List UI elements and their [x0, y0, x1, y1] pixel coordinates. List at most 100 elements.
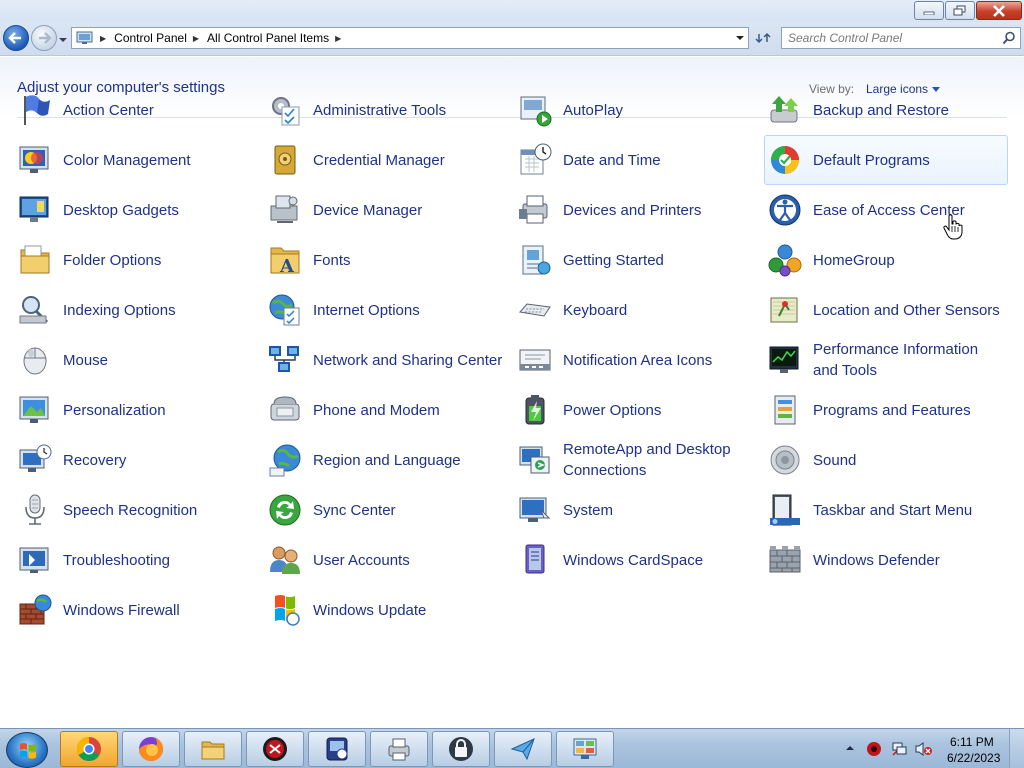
control-panel-item-label: Windows Firewall — [63, 601, 180, 619]
control-panel-item-windows-cardspace[interactable]: Windows CardSpace — [514, 535, 758, 585]
start-button[interactable] — [6, 732, 48, 768]
control-panel-item-network-and-sharing-center[interactable]: Network and Sharing Center — [264, 335, 508, 385]
speaker-icon — [770, 445, 800, 475]
breadcrumb-separator-icon[interactable]: ▶ — [335, 34, 341, 43]
control-panel-item-windows-firewall[interactable]: Windows Firewall — [14, 585, 258, 635]
breadcrumb-separator-icon[interactable]: ▶ — [100, 34, 106, 43]
getting-started-icon — [522, 245, 551, 275]
control-panel-item-region-and-language[interactable]: Region and Language — [264, 435, 508, 485]
control-panel-item-windows-defender[interactable]: Windows Defender — [764, 535, 1008, 585]
control-panel-item-administrative-tools[interactable]: Administrative Tools — [264, 85, 508, 135]
control-panel-item-label: Windows Defender — [813, 551, 940, 569]
control-panel-item-color-management[interactable]: Color Management — [14, 135, 258, 185]
control-panel-item-keyboard[interactable]: Keyboard — [514, 285, 758, 335]
recent-pages-chevron-icon[interactable] — [58, 35, 68, 45]
clock-time[interactable]: 6:11 PM — [950, 735, 994, 749]
control-panel-item-device-manager[interactable]: Device Manager — [264, 185, 508, 235]
control-panel-item-windows-update[interactable]: Windows Update — [264, 585, 508, 635]
search-input[interactable] — [788, 30, 993, 46]
control-panel-item-default-programs[interactable]: Default Programs — [764, 135, 1008, 185]
control-panel-item-sound[interactable]: Sound — [764, 435, 1008, 485]
address-bar[interactable]: ▶ Control Panel ▶ All Control Panel Item… — [71, 27, 749, 49]
control-panel-item-indexing-options[interactable]: Indexing Options — [14, 285, 258, 335]
taskbar-button-security-app[interactable] — [246, 731, 304, 767]
control-panel-item-label: Mouse — [63, 351, 109, 369]
security-tray-icon[interactable] — [866, 741, 882, 757]
control-panel-item-mouse[interactable]: Mouse — [14, 335, 258, 385]
control-panel-item-label: Backup and Restore — [813, 101, 949, 119]
control-panel-item-label: Windows CardSpace — [563, 551, 704, 569]
printer-app-icon — [388, 738, 410, 761]
chrome-icon — [76, 737, 101, 762]
control-panel-item-personalization[interactable]: Personalization — [14, 385, 258, 435]
taskbar-button-chrome[interactable] — [60, 731, 118, 767]
control-panel-item-action-center[interactable]: Action Center — [14, 85, 258, 135]
control-panel-item-devices-and-printers[interactable]: Devices and Printers — [514, 185, 758, 235]
control-panel-item-label: Taskbar and Start Menu — [813, 501, 973, 519]
breadcrumb-control-panel[interactable]: Control Panel — [114, 31, 187, 45]
taskbar-button-mail-app[interactable] — [494, 731, 552, 767]
back-button[interactable] — [3, 25, 29, 51]
control-panel-item-label: Power Options — [563, 401, 662, 419]
restore-button[interactable] — [945, 1, 975, 20]
control-panel-item-performance-information-and-tools[interactable]: Performance Information and Tools — [764, 335, 1008, 385]
restore-icon — [953, 5, 966, 15]
taskbar-button-firefox[interactable] — [122, 731, 180, 767]
forward-button[interactable] — [31, 25, 57, 51]
device-manager-icon — [270, 195, 298, 223]
minimize-button[interactable] — [914, 1, 944, 20]
control-panel-item-label: Credential Manager — [313, 151, 445, 169]
fonts-icon: A — [270, 247, 300, 277]
volume-muted-icon[interactable] — [915, 741, 933, 757]
control-panel-item-power-options[interactable]: Power Options — [514, 385, 758, 435]
control-panel-item-credential-manager[interactable]: Credential Manager — [264, 135, 508, 185]
control-panel-item-ease-of-access-center[interactable]: Ease of Access Center — [764, 185, 1008, 235]
control-panel-item-speech-recognition[interactable]: Speech Recognition — [14, 485, 258, 535]
control-panel-item-phone-and-modem[interactable]: Phone and Modem — [264, 385, 508, 435]
control-panel-item-label: Network and Sharing Center — [313, 351, 503, 369]
control-panel-item-folder-options[interactable]: Folder Options — [14, 235, 258, 285]
breadcrumb-separator-icon[interactable]: ▶ — [193, 34, 199, 43]
close-button[interactable] — [976, 1, 1022, 20]
show-desktop-button[interactable] — [1009, 729, 1024, 768]
control-panel-item-internet-options[interactable]: Internet Options — [264, 285, 508, 335]
control-panel-item-label: Sound — [813, 451, 857, 469]
users-icon — [270, 546, 300, 574]
taskbar-button-printer-app[interactable] — [370, 731, 428, 767]
close-icon — [993, 4, 1005, 17]
control-panel-items-grid: Action Center Administrative Tools AutoPla… — [14, 85, 1010, 635]
control-panel-item-backup-and-restore[interactable]: Backup and Restore — [764, 85, 1008, 135]
control-panel-item-desktop-gadgets[interactable]: Desktop Gadgets — [14, 185, 258, 235]
control-panel-item-fonts[interactable]: A Fonts — [264, 235, 508, 285]
control-panel-item-label: Default Programs — [813, 151, 930, 169]
control-panel-item-label: Fonts — [313, 251, 351, 269]
control-panel-item-autoplay[interactable]: AutoPlay — [514, 85, 758, 135]
sensors-icon — [770, 297, 798, 323]
control-panel-item-system[interactable]: System — [514, 485, 758, 535]
battery-icon — [525, 395, 545, 425]
control-panel-item-label: RemoteApp and Desktop Connections — [563, 441, 731, 479]
taskbar-button-file-explorer[interactable] — [184, 731, 242, 767]
network-tray-icon[interactable] — [891, 741, 907, 757]
control-panel-item-homegroup[interactable]: HomeGroup — [764, 235, 1008, 285]
control-panel-item-notification-area-icons[interactable]: Notification Area Icons — [514, 335, 758, 385]
breadcrumb-all-items[interactable]: All Control Panel Items — [207, 31, 329, 45]
control-panel-item-sync-center[interactable]: Sync Center — [264, 485, 508, 535]
control-panel-item-taskbar-and-start-menu[interactable]: Taskbar and Start Menu — [764, 485, 1008, 535]
control-panel-item-troubleshooting[interactable]: Troubleshooting — [14, 535, 258, 585]
search-icon[interactable] — [1002, 31, 1016, 45]
taskbar-button-vpn-lock[interactable] — [432, 731, 490, 767]
control-panel-item-location-and-other-sensors[interactable]: Location and Other Sensors — [764, 285, 1008, 335]
taskbar-button-remote-app[interactable] — [308, 731, 366, 767]
refresh-button[interactable] — [751, 27, 775, 49]
control-panel-item-programs-and-features[interactable]: Programs and Features — [764, 385, 1008, 435]
control-panel-item-remoteapp-and-desktop-connections[interactable]: RemoteApp and Desktop Connections — [514, 435, 758, 485]
clock-date[interactable]: 6/22/2023 — [947, 751, 1000, 765]
control-panel-item-getting-started[interactable]: Getting Started — [514, 235, 758, 285]
taskbar-button-control-panel[interactable] — [556, 731, 614, 767]
address-history-chevron-icon[interactable] — [736, 34, 744, 42]
show-hidden-icons-chevron-icon[interactable] — [845, 743, 855, 753]
control-panel-item-date-and-time[interactable]: Date and Time — [514, 135, 758, 185]
control-panel-item-user-accounts[interactable]: User Accounts — [264, 535, 508, 585]
control-panel-item-recovery[interactable]: Recovery — [14, 435, 258, 485]
